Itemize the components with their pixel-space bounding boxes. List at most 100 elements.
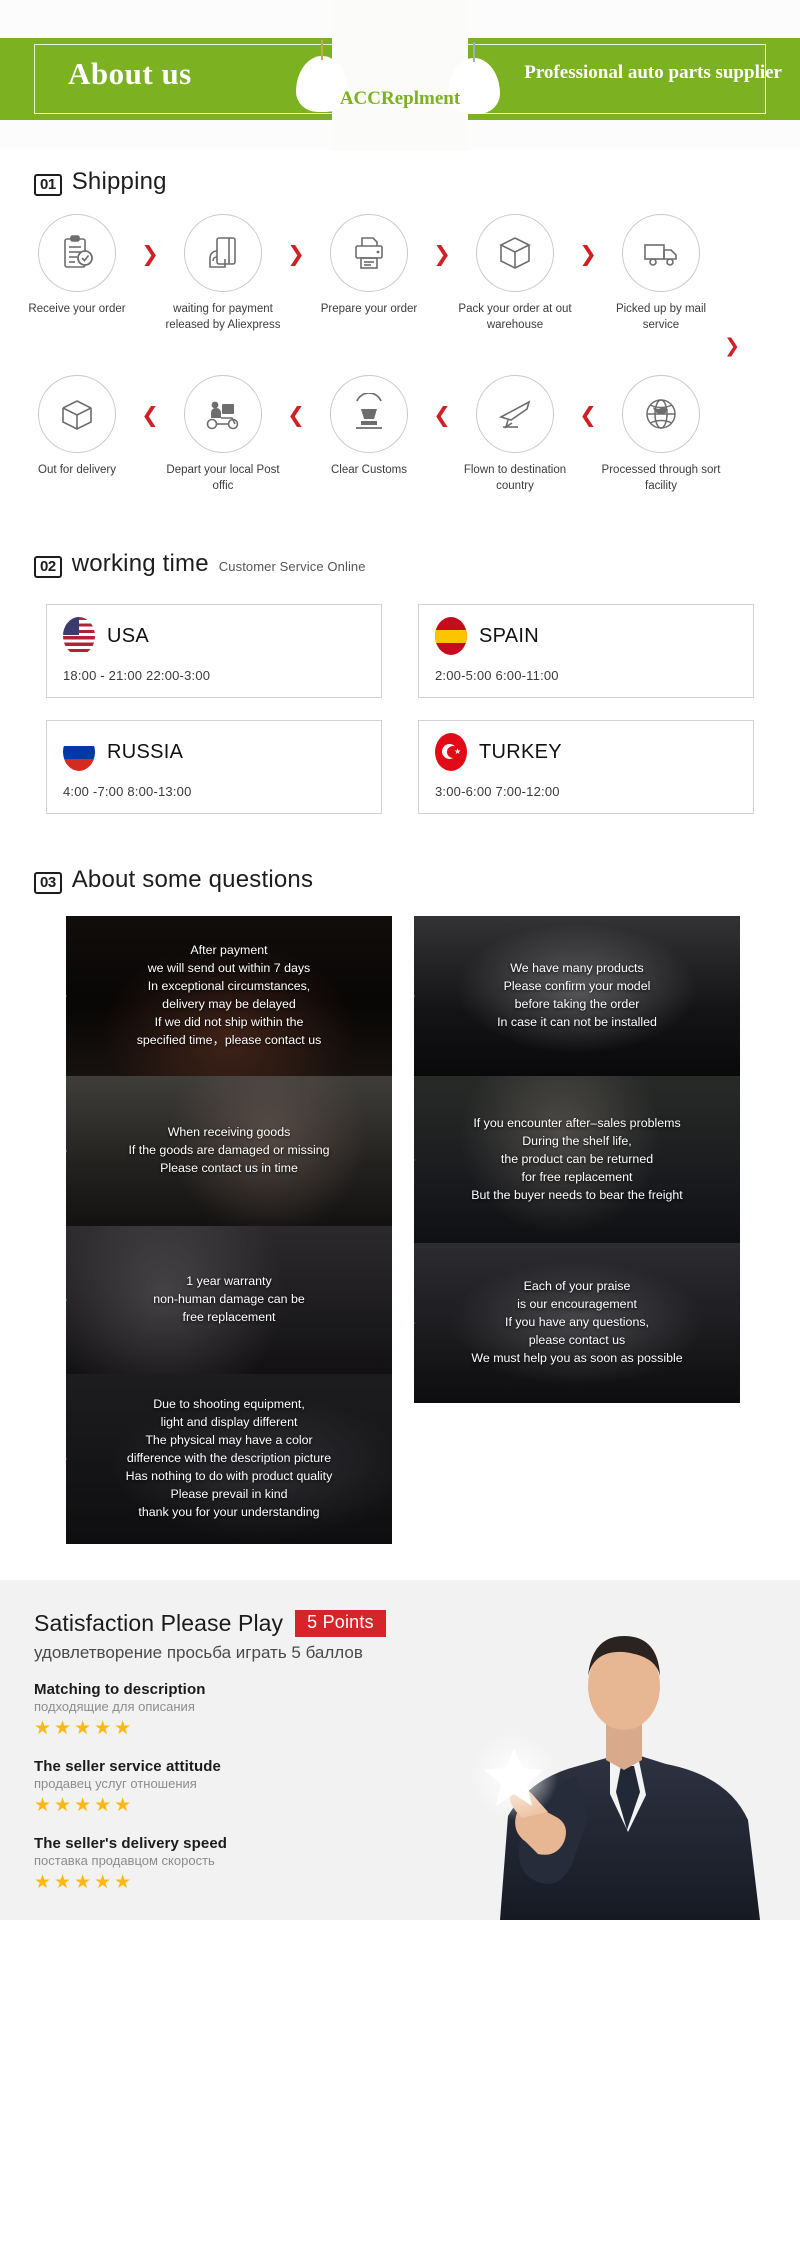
question-card: After payment we will send out within 7 …	[66, 916, 392, 1077]
section-subtitle-working-time: Customer Service Online	[218, 559, 366, 575]
country-name: RUSSIA	[107, 740, 184, 763]
header-slogan: Professional auto parts supplier	[524, 62, 782, 83]
truck-icon	[644, 244, 677, 266]
question-text: We have many products Please confirm you…	[497, 961, 657, 1030]
question-text: Due to shooting equipment, light and dis…	[125, 1397, 333, 1520]
section-number-03: 03	[34, 872, 62, 895]
marker-triangle-icon	[414, 1312, 415, 1335]
flag-turkey-icon: ★	[435, 733, 467, 772]
flag-usa-icon	[63, 617, 95, 656]
arrow-right-icon: ❯	[433, 242, 451, 266]
arrow-left-icon: ❮	[433, 403, 451, 428]
step-label: Out for delivery	[38, 464, 116, 477]
shipping-step: Picked up by mail service	[600, 214, 722, 333]
rating-label-ru: подходящие для описания	[34, 1699, 195, 1715]
step-icon-circle	[38, 214, 116, 292]
step-label: Depart your local Post offic	[166, 464, 280, 492]
star-rating: ★★★★★	[34, 1717, 135, 1740]
question-text: If you encounter after–sales problems Du…	[471, 1115, 683, 1202]
rating-item: The seller service attitude продавец усл…	[34, 1758, 800, 1817]
country-name: USA	[107, 624, 150, 647]
section-title-working-time: working time	[71, 550, 209, 578]
shipping-step: Receive your order	[16, 214, 138, 318]
section-title-questions: About some questions	[71, 866, 314, 894]
shipping-step: Clear Customs	[308, 375, 430, 479]
step-label: Flown to destination country	[463, 464, 567, 492]
arrow-right-icon: ❯	[287, 242, 305, 266]
working-time-card-usa: USA 18:00 - 21:00 22:00-3:00	[46, 604, 382, 699]
step-icon-circle	[184, 375, 262, 454]
rating-label-ru: поставка продавцом скорость	[34, 1852, 215, 1868]
page-title: About us	[68, 56, 192, 91]
shipping-steps-row-1: Receive your order ❯ waiting for payment…	[0, 214, 800, 333]
arrow-left-icon: ❮	[579, 403, 597, 428]
step-label: Pack your order at out warehouse	[458, 303, 572, 331]
question-card: We have many products Please confirm you…	[414, 916, 740, 1077]
printer-icon	[355, 237, 383, 269]
flag-russia-icon	[63, 733, 95, 772]
shipping-step: Pack your order at out warehouse	[454, 214, 576, 333]
service-hours: 18:00 - 21:00 22:00-3:00	[63, 668, 211, 684]
satisfaction-content: Satisfaction Please Play 5 Points удовле…	[0, 1580, 800, 1893]
rating-item: The seller's delivery speed поставка про…	[34, 1835, 800, 1894]
satisfaction-title-row: Satisfaction Please Play 5 Points	[34, 1610, 800, 1638]
rating-item: Matching to description подходящие для о…	[34, 1681, 800, 1740]
arrow-left-icon: ❮	[141, 403, 159, 428]
shipping-steps-row-2: Out for delivery ❮ Depart your local Pos…	[0, 375, 800, 494]
shipping-step: Depart your local Post offic	[162, 375, 284, 494]
satisfaction-section: Satisfaction Please Play 5 Points удовле…	[0, 1580, 800, 1921]
questions-left-column: After payment we will send out within 7 …	[66, 916, 392, 1545]
card-header: ★ TURKEY	[435, 733, 737, 772]
question-card: When receiving goods If the goods are da…	[66, 1076, 392, 1227]
step-label: Receive your order	[28, 303, 126, 315]
card-header: USA	[63, 617, 365, 656]
step-icon-circle	[38, 375, 116, 454]
shipping-step: Out for delivery	[16, 375, 138, 479]
customs-stamp-icon	[356, 393, 382, 429]
section-number-02: 02	[34, 556, 62, 579]
working-time-section: 02 working time Customer Service Online …	[0, 494, 800, 815]
service-hours: 2:00-5:00 6:00-11:00	[435, 668, 559, 684]
open-box-icon	[62, 400, 92, 430]
shipping-section: 01 Shipping Receive your order ❯ waiting…	[0, 150, 800, 494]
rating-label-en: The seller's delivery speed	[34, 1834, 228, 1852]
scooter-courier-icon	[206, 401, 239, 430]
country-name: SPAIN	[479, 624, 540, 647]
arrow-right-icon: ❯	[141, 242, 159, 266]
points-badge: 5 Points	[295, 1610, 386, 1638]
marker-triangle-icon	[414, 985, 415, 1008]
rating-label-en: Matching to description	[34, 1681, 206, 1699]
star-rating: ★★★★★	[34, 1870, 135, 1893]
page-header: About us Professional auto parts supplie…	[0, 0, 800, 150]
question-card: If you encounter after–sales problems Du…	[414, 1076, 740, 1244]
card-header: SPAIN	[435, 617, 737, 656]
hand-card-icon	[209, 237, 236, 268]
service-hours: 3:00-6:00 7:00-12:00	[435, 784, 560, 800]
step-label: Processed through sort facility	[601, 464, 721, 492]
section-title-shipping: Shipping	[71, 168, 167, 195]
marker-triangle-icon	[66, 985, 67, 1008]
question-card: Due to shooting equipment, light and dis…	[66, 1374, 392, 1545]
marker-triangle-icon	[414, 1148, 415, 1171]
box-icon	[499, 237, 531, 269]
shipping-step: Prepare your order	[308, 214, 430, 318]
card-header: RUSSIA	[63, 733, 365, 772]
rating-label-en: The seller service attitude	[34, 1757, 221, 1775]
working-time-grid: USA 18:00 - 21:00 22:00-3:00 SPAIN 2:00-…	[0, 578, 800, 815]
step-label: Picked up by mail service	[615, 303, 707, 331]
working-time-card-russia: RUSSIA 4:00 -7:00 8:00-13:00	[46, 720, 382, 815]
shipping-step: Processed through sort facility	[600, 375, 722, 494]
step-icon-circle	[622, 375, 700, 454]
step-icon-circle	[476, 214, 554, 292]
marker-triangle-icon	[66, 1448, 67, 1471]
step-icon-circle	[330, 214, 408, 292]
shipping-step: Flown to destination country	[454, 375, 576, 494]
questions-grid: After payment we will send out within 7 …	[0, 894, 800, 1545]
question-card: 1 year warranty non-human damage can be …	[66, 1226, 392, 1375]
question-text: When receiving goods If the goods are da…	[128, 1125, 330, 1176]
satisfaction-title: Satisfaction Please Play	[34, 1610, 284, 1637]
service-hours: 4:00 -7:00 8:00-13:00	[63, 784, 192, 800]
arrow-down-icon: ❯	[724, 335, 740, 358]
question-text: After payment we will send out within 7 …	[136, 943, 322, 1048]
step-icon-circle	[476, 375, 554, 454]
